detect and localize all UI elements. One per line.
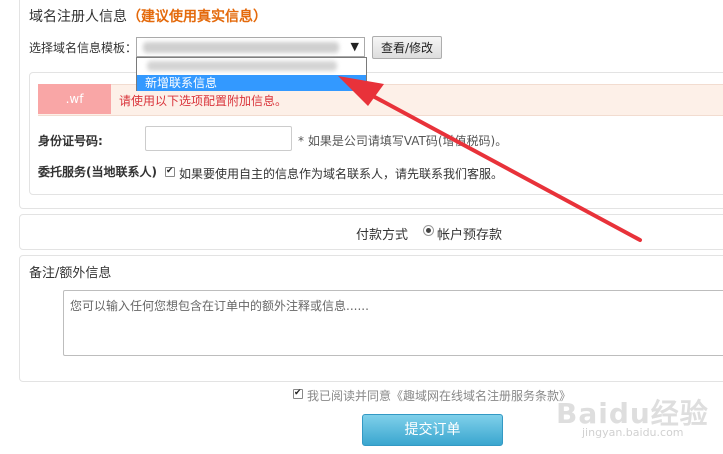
real-info-hint: （建议使用真实信息）	[127, 9, 267, 25]
baidu-watermark-url: jingyan.baidu.com	[582, 426, 684, 439]
id-number-hint: * 如果是公司请填写VAT码(增值税码)。	[298, 134, 508, 148]
notice-text: 请使用以下选项配置附加信息。	[119, 94, 288, 108]
template-dropdown-list[interactable]: 新增联系信息	[136, 57, 367, 91]
check-icon: ✔	[294, 388, 302, 398]
submit-order-button[interactable]: 提交订单	[362, 414, 503, 446]
dropdown-option-existing[interactable]	[137, 58, 366, 74]
registrant-title: 域名注册人信息（建议使用真实信息）	[29, 9, 267, 25]
notes-title: 备注/额外信息	[29, 266, 112, 281]
template-select-value-blurred	[143, 42, 339, 53]
id-number-input[interactable]	[145, 126, 292, 151]
payment-option-label[interactable]: 帐户预存款	[437, 224, 502, 243]
proxy-service-checkbox[interactable]: ✔	[165, 166, 175, 177]
radio-dot-icon	[426, 228, 431, 233]
id-number-label: 身份证号码:	[38, 134, 103, 148]
dropdown-option-new-contact[interactable]: 新增联系信息	[137, 75, 366, 91]
proxy-service-label: 委托服务(当地联系人)	[38, 165, 157, 179]
proxy-service-text: 如果要使用自主的信息作为域名联系人，请先联系我们客服。	[179, 167, 504, 181]
payment-radio[interactable]	[423, 225, 434, 236]
option-blurred	[147, 61, 337, 71]
template-select[interactable]: ▼	[136, 37, 365, 57]
template-label: 选择域名信息模板：	[29, 41, 138, 55]
dropdown-arrow-icon: ▼	[350, 40, 359, 53]
tld-badge: .wf	[38, 84, 111, 114]
check-icon: ✔	[166, 166, 174, 176]
payment-method-label: 付款方式	[356, 228, 409, 243]
notes-placeholder: 您可以输入任何您想包含在订单中的额外注释或信息......	[70, 299, 369, 313]
view-edit-button[interactable]: 查看/修改	[372, 36, 442, 59]
terms-checkbox[interactable]: ✔	[293, 388, 303, 399]
terms-text[interactable]: 我已阅读并同意《趣域网在线域名注册服务条款》	[307, 387, 571, 404]
